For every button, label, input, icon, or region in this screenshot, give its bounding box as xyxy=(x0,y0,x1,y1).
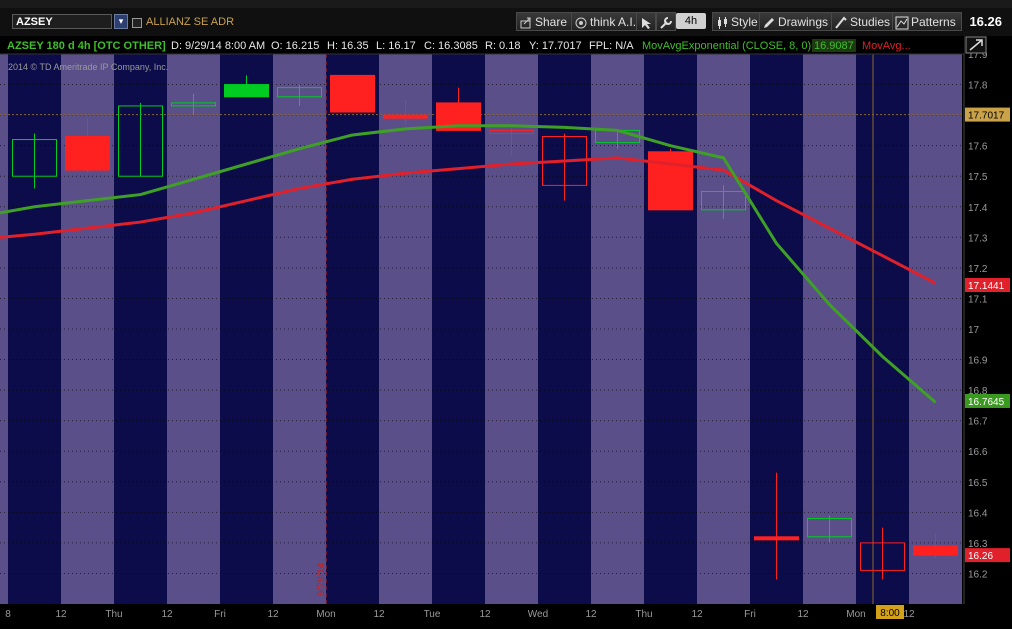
studies-icon xyxy=(835,16,847,29)
ema-price-label: 16.7645 xyxy=(968,397,1005,408)
y-tick-label: 16.9 xyxy=(968,356,988,367)
y-tick-label: 16.5 xyxy=(968,478,988,489)
y-tick-label: 17.6 xyxy=(968,142,988,153)
x-tick-label: 12 xyxy=(903,609,915,620)
x-tick-label: 8 xyxy=(5,609,11,620)
x-tick-label: Mon xyxy=(316,609,335,620)
header-range: R: 0.18 xyxy=(485,40,520,52)
y-tick-label: 17.3 xyxy=(968,233,988,244)
session-band xyxy=(644,54,697,604)
header-high: H: 16.35 xyxy=(327,40,369,52)
y-tick-label: 17.8 xyxy=(968,81,988,92)
x-tick-label: Tue xyxy=(424,609,441,620)
y-tick-label: 16.6 xyxy=(968,447,988,458)
x-tick-label: 12 xyxy=(373,609,385,620)
symbol-dropdown-button[interactable]: ▾ xyxy=(114,14,128,29)
x-tick-label: 12 xyxy=(267,609,279,620)
y-tick-label: 17.4 xyxy=(968,203,988,214)
candle-down xyxy=(648,148,693,211)
candle-body xyxy=(648,151,693,211)
x-tick-label: Mon xyxy=(846,609,865,620)
x-tick-label: 12 xyxy=(797,609,809,620)
y-tick-label: 16.7 xyxy=(968,417,988,428)
think-ai-icon xyxy=(575,17,587,29)
session-band xyxy=(856,54,909,604)
candle-down xyxy=(330,74,375,113)
think-ai-label: think A.I. xyxy=(590,15,637,29)
aggregation-selector[interactable]: 4h xyxy=(676,13,706,29)
pencil-icon xyxy=(764,17,774,28)
header-fpl: FPL: N/A xyxy=(589,40,634,52)
x-tick-label: Thu xyxy=(105,609,122,620)
crosshair-tool-button[interactable] xyxy=(636,12,656,31)
candle-body xyxy=(330,74,375,113)
x-tick-label: 12 xyxy=(55,609,67,620)
patterns-button[interactable]: Patterns xyxy=(892,12,962,31)
y-tick-label: 17.5 xyxy=(968,172,988,183)
time-badge-text: 8:00 xyxy=(880,608,900,619)
header-low: L: 16.17 xyxy=(376,40,416,52)
session-band xyxy=(432,54,485,604)
share-button[interactable]: Share xyxy=(516,12,574,31)
crosshair-price-label: 17.7017 xyxy=(968,111,1005,122)
candle-body xyxy=(65,136,110,171)
drawings-button[interactable]: Drawings xyxy=(759,12,835,31)
studies-button[interactable]: Studies xyxy=(831,12,897,31)
chart-toolbar: AZSEY ▾ ALLIANZ SE ADR Share think A.I. … xyxy=(0,8,1012,37)
price-chart[interactable]: 9/29/14 16.216.316.416.516.616.716.816.9… xyxy=(0,36,1012,624)
sma-price-label: 17.1441 xyxy=(968,281,1005,292)
share-icon xyxy=(520,17,531,29)
arrow-cursor-icon xyxy=(642,17,651,29)
drawings-label: Drawings xyxy=(778,15,829,29)
x-tick-label: Thu xyxy=(635,609,652,620)
x-tick-label: 12 xyxy=(479,609,491,620)
x-tick-label: 12 xyxy=(585,609,597,620)
wrench-icon xyxy=(660,16,672,29)
x-tick-label: 12 xyxy=(161,609,173,620)
settings-tool-button[interactable] xyxy=(656,12,676,31)
candle-body xyxy=(224,84,269,98)
chart-area[interactable]: 9/29/14 16.2 16.3 16.4 16.5 16.6 16.7 16.8 16.9… xyxy=(0,36,1012,624)
x-tick-label: 12 xyxy=(691,609,703,620)
date-marker-label: 9/29/14 xyxy=(316,562,327,596)
ema-study-label[interactable]: MovAvgExponential (CLOSE, 8, 0) xyxy=(642,40,811,52)
header-date: D: 9/29/14 8:00 AM xyxy=(171,40,265,52)
y-tick-label: 17 xyxy=(968,325,980,336)
session-band xyxy=(220,54,273,604)
header-y: Y: 17.7017 xyxy=(529,40,582,52)
patterns-icon xyxy=(895,16,909,30)
candle-style-icon xyxy=(718,16,727,29)
share-label: Share xyxy=(535,15,568,29)
symbol-flag-icon[interactable] xyxy=(132,18,142,28)
y-tick-label: 17.1 xyxy=(968,294,988,305)
x-tick-label: Wed xyxy=(528,609,548,620)
window-top-strip xyxy=(0,0,1012,8)
y-tick-label: 16.2 xyxy=(968,569,988,580)
x-tick-label: Fri xyxy=(214,609,226,620)
x-tick-label: Fri xyxy=(744,609,756,620)
last-price-label: 16.26 xyxy=(968,551,993,562)
symbol-description: ALLIANZ SE ADR xyxy=(146,16,235,28)
think-ai-button[interactable]: think A.I. xyxy=(571,12,643,31)
y-tick-label: 17.2 xyxy=(968,264,988,275)
candle-body xyxy=(383,114,428,119)
style-label: Style xyxy=(731,15,758,29)
chart-title: AZSEY 180 d 4h [OTC OTHER] xyxy=(7,40,166,52)
studies-label: Studies xyxy=(850,15,891,29)
patterns-label: Patterns xyxy=(911,15,956,29)
symbol-input[interactable]: AZSEY xyxy=(12,14,112,29)
candle-body xyxy=(913,545,958,556)
last-price: 16.26 xyxy=(969,14,1002,29)
candle-body xyxy=(754,536,799,541)
sma-study-label[interactable]: MovAvg... xyxy=(862,40,911,52)
copyright-text: 2014 © TD Ameritrade IP Company, Inc. xyxy=(8,62,168,72)
y-tick-label: 16.4 xyxy=(968,508,988,519)
header-open: O: 16.215 xyxy=(271,40,319,52)
header-close: C: 16.3085 xyxy=(424,40,478,52)
ema-study-value: 16.9087 xyxy=(814,40,854,52)
style-button[interactable]: Style xyxy=(712,12,764,31)
